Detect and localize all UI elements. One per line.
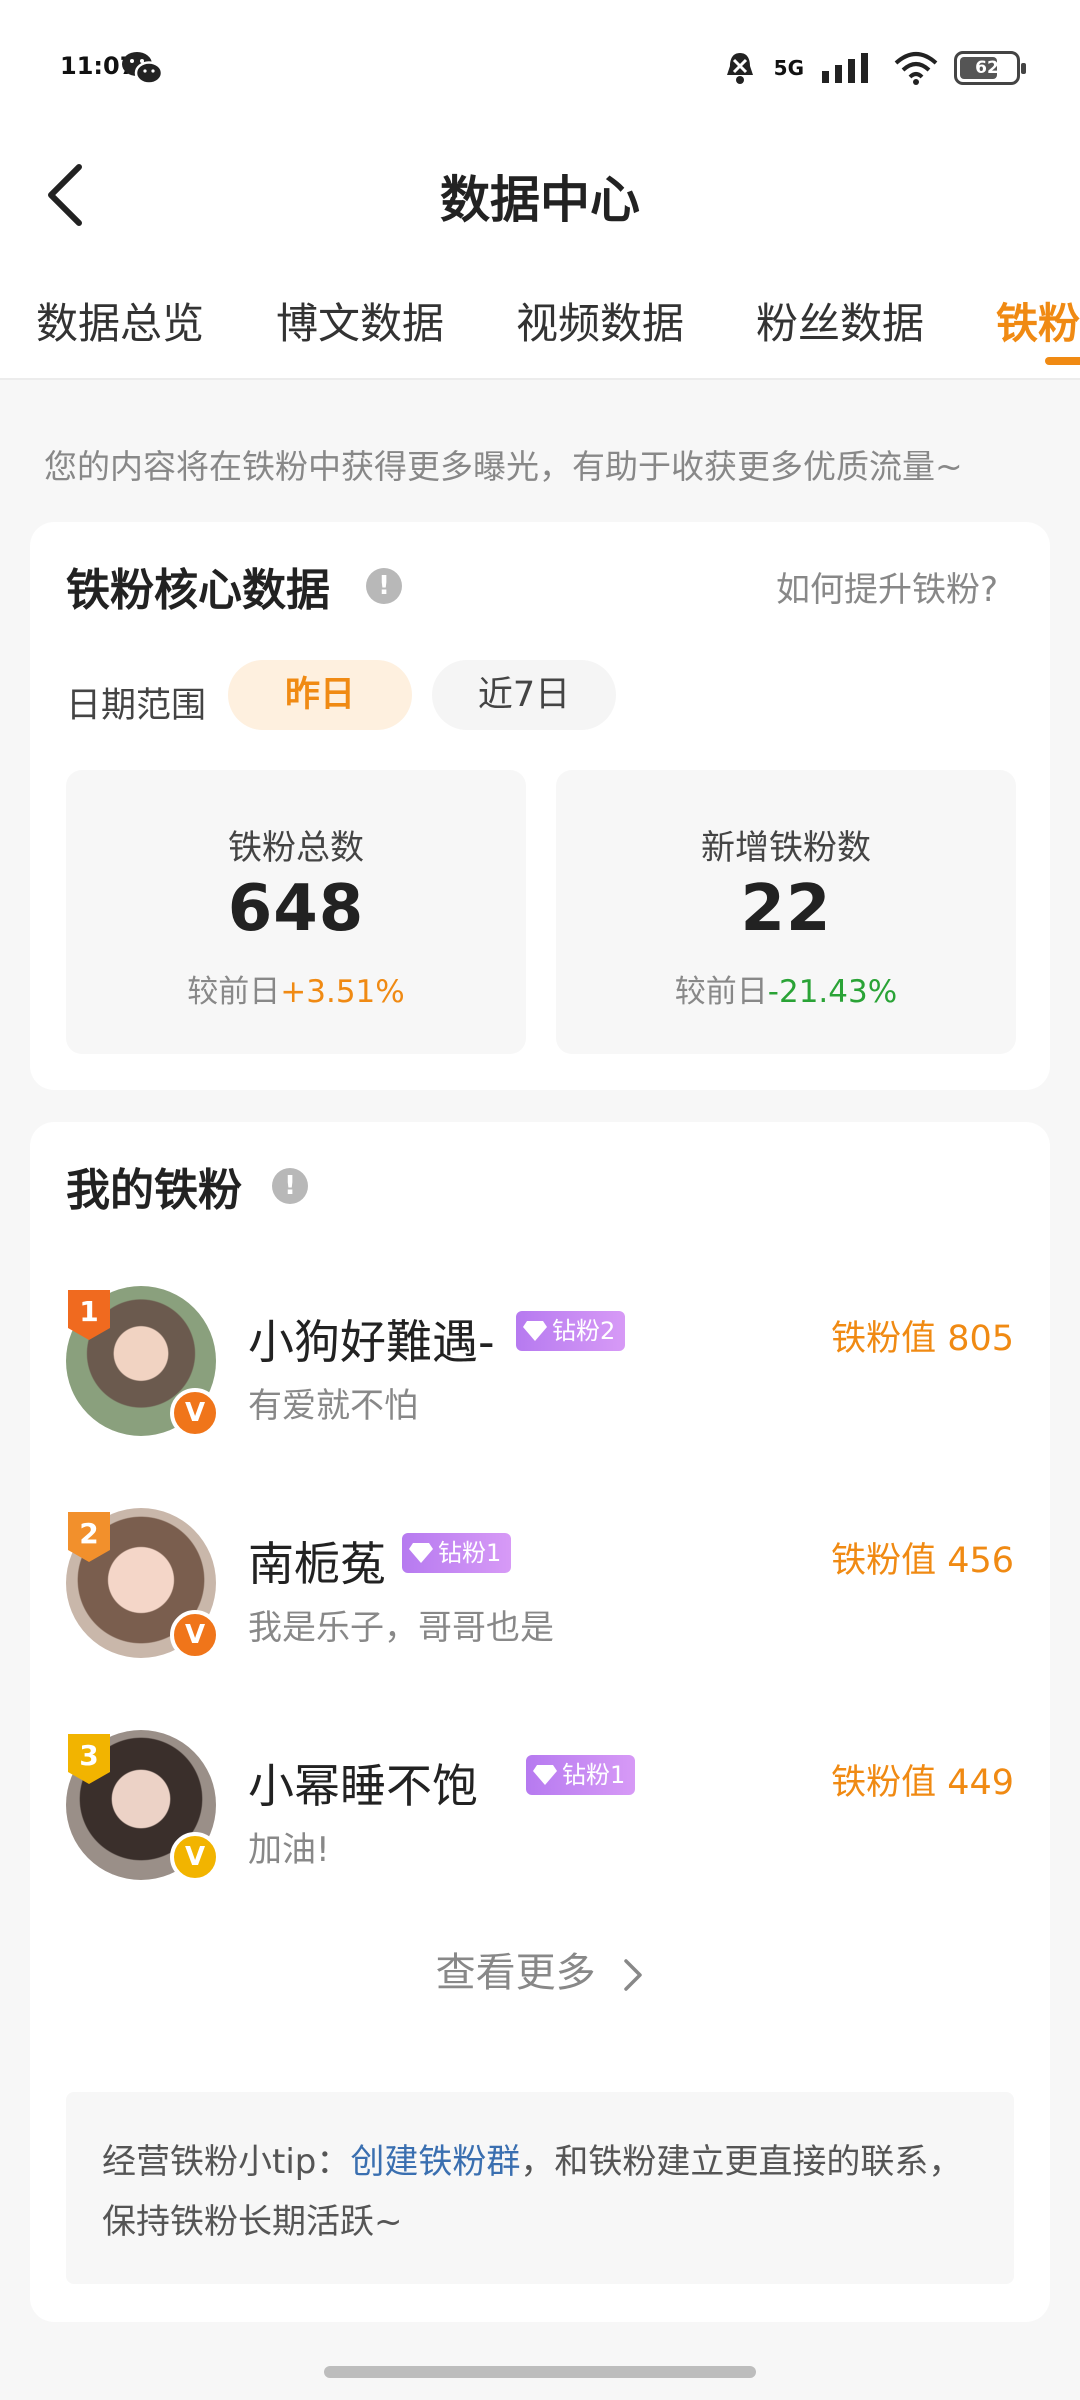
header: 数据中心 xyxy=(0,135,1080,255)
tab-indicator xyxy=(1045,357,1080,365)
rank-badge: 3 xyxy=(68,1734,110,1784)
info-icon[interactable]: ! xyxy=(272,1168,308,1204)
svg-text:2: 2 xyxy=(79,1517,98,1550)
new-fans-change: -21.43% xyxy=(767,974,898,1010)
svg-text:3: 3 xyxy=(79,1739,98,1772)
avatar[interactable]: 1 V xyxy=(66,1286,220,1438)
tab-iron-fans[interactable]: 铁粉 xyxy=(996,290,1080,351)
status-bar: 11:07 5G 62 xyxy=(0,0,1080,135)
fan-name: 小幂睡不饱 xyxy=(248,1759,478,1813)
diamond-fan-badge: 钻粉1 xyxy=(526,1755,636,1795)
new-fans-value: 22 xyxy=(740,872,832,946)
tab-fan-data[interactable]: 粉丝数据 xyxy=(756,290,924,351)
tab-bar: 数据总览 博文数据 视频数据 粉丝数据 铁粉 xyxy=(0,255,1080,380)
info-icon[interactable]: ! xyxy=(366,568,402,604)
fan-description: 加油! xyxy=(248,1830,330,1870)
total-fans-value: 648 xyxy=(227,872,365,946)
total-fans-compare: 较前日+3.51% xyxy=(187,974,405,1010)
mute-icon xyxy=(726,53,753,84)
how-to-improve-link[interactable]: 如何提升铁粉? xyxy=(776,562,998,611)
page-title: 数据中心 xyxy=(440,171,640,229)
notice-text: 您的内容将在铁粉中获得更多曝光，有助于收获更多优质流量~ xyxy=(44,447,963,486)
verified-v-icon: V xyxy=(170,1610,220,1660)
core-data-title: 铁粉核心数据 xyxy=(66,565,330,616)
fan-score: 铁粉值 449 xyxy=(831,1763,1014,1803)
wechat-icon xyxy=(122,52,164,85)
total-fans-box: 铁粉总数 648 较前日+3.51% xyxy=(66,770,526,1054)
diamond-icon xyxy=(409,1543,433,1563)
signal-icon xyxy=(822,53,868,83)
chip-yesterday[interactable]: 昨日 xyxy=(228,660,412,730)
chip-last-7-days[interactable]: 近7日 xyxy=(432,660,616,730)
new-fans-box: 新增铁粉数 22 较前日-21.43% xyxy=(556,770,1016,1054)
battery-level: 62 xyxy=(975,58,999,78)
view-more-label: 查看更多 xyxy=(435,1950,596,1996)
verified-v-icon: V xyxy=(170,1832,220,1882)
my-fans-title: 我的铁粉 xyxy=(66,1165,242,1216)
view-more-button[interactable]: 查看更多 xyxy=(30,1940,1050,1998)
create-fan-group-link[interactable]: 创建铁粉群 xyxy=(350,2142,520,2182)
diamond-icon xyxy=(523,1321,547,1341)
home-indicator[interactable] xyxy=(324,2366,756,2378)
total-fans-change: +3.51% xyxy=(280,974,405,1010)
svg-text:1: 1 xyxy=(79,1295,98,1328)
verified-v-icon: V xyxy=(170,1388,220,1438)
fan-name: 小狗好難遇- xyxy=(248,1315,495,1369)
new-fans-label: 新增铁粉数 xyxy=(701,828,871,868)
fan-score: 铁粉值 456 xyxy=(831,1541,1014,1581)
tab-video-data[interactable]: 视频数据 xyxy=(516,290,684,351)
fan-description: 我是乐子，哥哥也是 xyxy=(248,1608,554,1648)
fan-list-item[interactable]: 1 V 小狗好難遇- 钻粉2 有爱就不怕 铁粉值 805 xyxy=(30,1286,1050,1446)
date-range-label: 日期范围 xyxy=(66,686,207,726)
tab-overview[interactable]: 数据总览 xyxy=(36,290,204,351)
rank-badge: 1 xyxy=(68,1290,110,1340)
fan-name: 南栀菟 xyxy=(248,1537,386,1591)
battery-icon: 62 xyxy=(954,51,1026,85)
fan-list-item[interactable]: 3 V 小幂睡不饱 钻粉1 加油! 铁粉值 449 xyxy=(30,1730,1050,1890)
rank-badge: 2 xyxy=(68,1512,110,1562)
network-label: 5G xyxy=(773,56,804,80)
tip-box: 经营铁粉小tip：创建铁粉群，和铁粉建立更直接的联系，保持铁粉长期活跃~ xyxy=(66,2092,1014,2284)
fan-description: 有爱就不怕 xyxy=(248,1386,418,1426)
fan-list-item[interactable]: 2 V 南栀菟 钻粉1 我是乐子，哥哥也是 铁粉值 456 xyxy=(30,1508,1050,1668)
wifi-icon xyxy=(894,52,938,85)
chevron-right-icon xyxy=(624,1959,643,1991)
fan-score: 铁粉值 805 xyxy=(831,1319,1014,1359)
my-fans-card: 我的铁粉 ! 1 V 小狗好難遇- 钻粉2 有爱就不怕 铁粉值 805 2 V xyxy=(30,1122,1050,2322)
diamond-icon xyxy=(533,1765,557,1785)
total-fans-label: 铁粉总数 xyxy=(228,828,364,868)
new-fans-compare: 较前日-21.43% xyxy=(674,974,898,1010)
tip-prefix: 经营铁粉小tip： xyxy=(102,2142,351,2182)
avatar[interactable]: 2 V xyxy=(66,1508,220,1660)
avatar[interactable]: 3 V xyxy=(66,1730,220,1882)
diamond-fan-badge: 钻粉1 xyxy=(402,1533,512,1573)
tab-post-data[interactable]: 博文数据 xyxy=(276,290,444,351)
core-data-card: 铁粉核心数据 ! 如何提升铁粉? 日期范围 昨日 近7日 铁粉总数 648 较前… xyxy=(30,522,1050,1090)
diamond-fan-badge: 钻粉2 xyxy=(516,1311,626,1351)
